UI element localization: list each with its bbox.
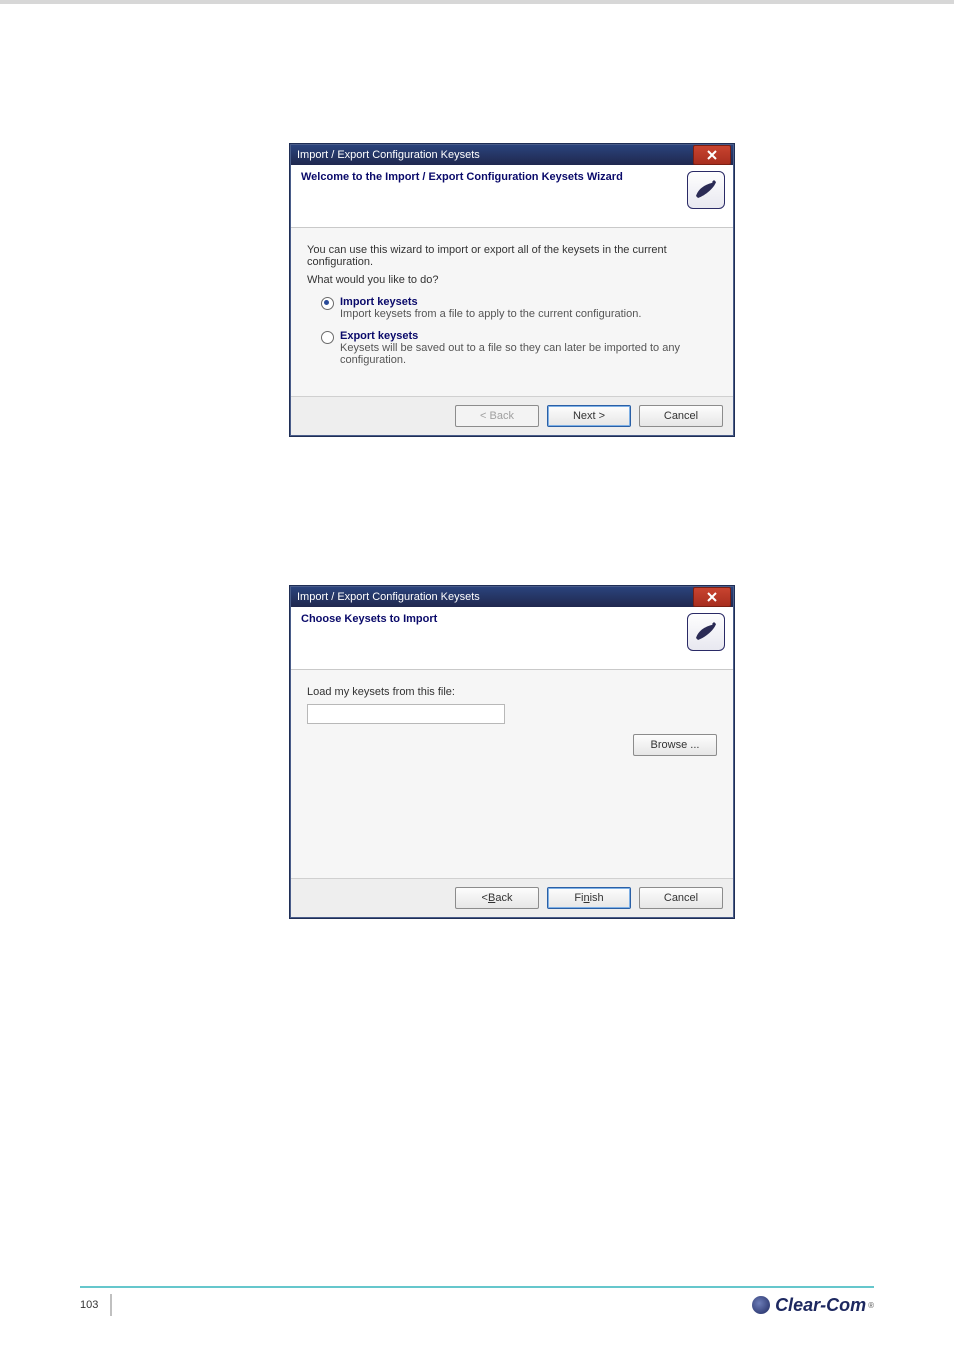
option-title: Import keysets <box>340 296 418 308</box>
browse-button[interactable]: Browse ... <box>633 734 717 756</box>
close-icon <box>706 150 718 160</box>
window-title: Import / Export Configuration Keysets <box>297 591 480 603</box>
option-import[interactable]: Import keysets Import keysets from a fil… <box>321 296 717 320</box>
dialog-header: Welcome to the Import / Export Configura… <box>291 165 733 228</box>
btn-text-u: B <box>488 892 495 904</box>
question-text: What would you like to do? <box>307 274 717 286</box>
trademark: ® <box>868 1301 874 1310</box>
option-desc: Import keysets from a file to apply to t… <box>340 308 641 320</box>
btn-text-post: ish <box>590 892 604 904</box>
radio-icon <box>321 331 334 344</box>
btn-text-post: ack <box>495 892 512 904</box>
brand-logo: Clear-Com ® <box>752 1295 874 1316</box>
window-title: Import / Export Configuration Keysets <box>297 149 480 161</box>
intro-text: You can use this wizard to import or exp… <box>307 244 717 268</box>
logo-mark-icon <box>752 1296 770 1314</box>
titlebar: Import / Export Configuration Keysets <box>291 145 733 165</box>
close-button[interactable] <box>693 145 731 165</box>
wizard-icon <box>687 171 725 209</box>
next-button[interactable]: Next > <box>547 405 631 427</box>
file-path-input[interactable] <box>307 704 505 724</box>
back-button: < Back <box>455 405 539 427</box>
prompt-text: Load my keysets from this file: <box>307 686 717 698</box>
wizard-dialog-welcome: Import / Export Configuration Keysets We… <box>290 144 734 436</box>
page-footer: 103 Clear-Com ® <box>80 1286 874 1316</box>
dialog-body: You can use this wizard to import or exp… <box>291 228 733 396</box>
option-desc: Keysets will be saved out to a file so t… <box>340 342 680 366</box>
option-title: Export keysets <box>340 330 418 342</box>
dialog-buttons: < Back Finish Cancel <box>291 878 733 917</box>
close-button[interactable] <box>693 587 731 607</box>
close-icon <box>706 592 718 602</box>
page-number: 103 <box>80 1299 110 1311</box>
dialog-body: Load my keysets from this file: Browse .… <box>291 670 733 878</box>
brand-name: Clear-Com <box>775 1295 866 1316</box>
dialog-heading: Welcome to the Import / Export Configura… <box>301 171 623 183</box>
dialog-heading: Choose Keysets to Import <box>301 613 437 625</box>
dialog-header: Choose Keysets to Import <box>291 607 733 670</box>
dialog-buttons: < Back Next > Cancel <box>291 396 733 435</box>
btn-text-pre: Fi <box>574 892 583 904</box>
cancel-button[interactable]: Cancel <box>639 405 723 427</box>
cancel-button[interactable]: Cancel <box>639 887 723 909</box>
radio-icon <box>321 297 334 310</box>
back-button[interactable]: < Back <box>455 887 539 909</box>
wizard-dialog-choose-file: Import / Export Configuration Keysets Ch… <box>290 586 734 918</box>
option-export[interactable]: Export keysets Keysets will be saved out… <box>321 330 717 366</box>
finish-button[interactable]: Finish <box>547 887 631 909</box>
wizard-icon <box>687 613 725 651</box>
titlebar: Import / Export Configuration Keysets <box>291 587 733 607</box>
